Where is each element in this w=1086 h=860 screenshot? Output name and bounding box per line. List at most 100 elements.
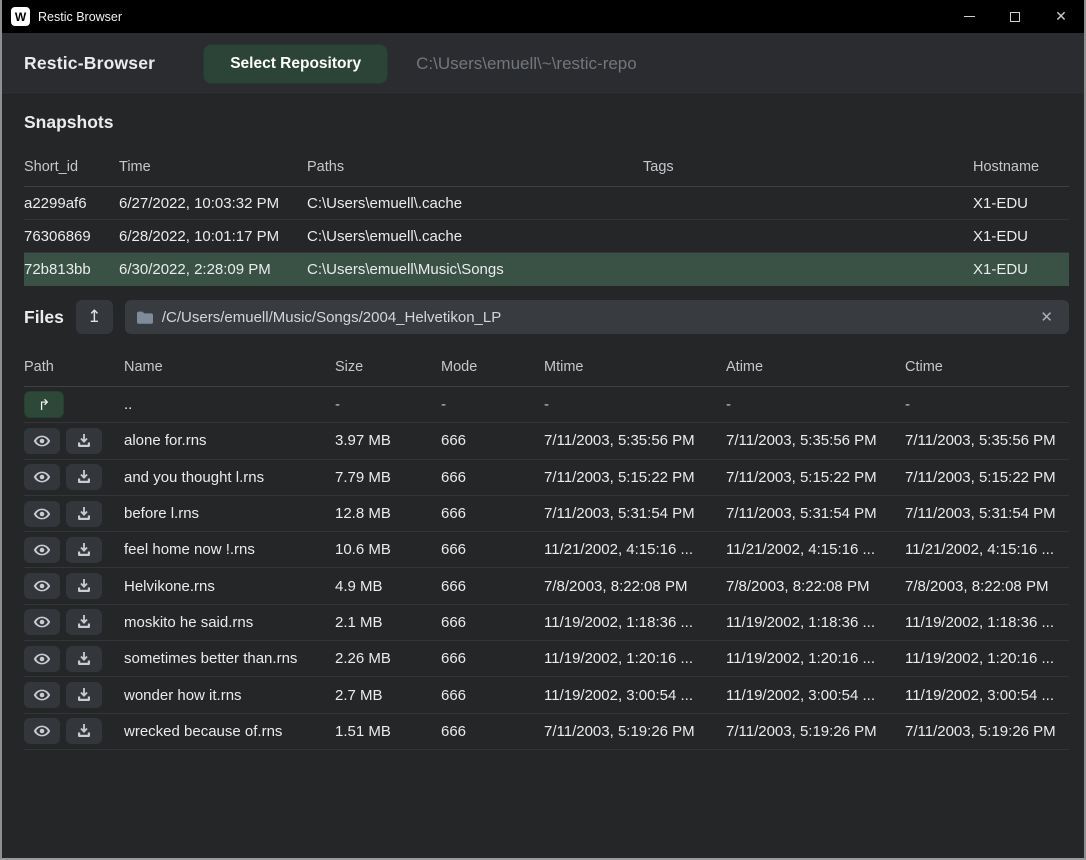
snapshot-short-id: a2299af6 [24,195,119,212]
snapshot-row-selected[interactable]: 72b813bb 6/30/2022, 2:28:09 PM C:\Users\… [24,253,1069,286]
download-icon [77,724,91,738]
col-hostname: Hostname [973,159,1069,175]
snapshot-row[interactable]: a2299af6 6/27/2022, 10:03:32 PM C:\Users… [24,187,1069,220]
snapshots-title: Snapshots [24,112,113,132]
download-file-button[interactable] [66,537,102,563]
file-ctime: 7/8/2003, 8:22:08 PM [905,578,1069,595]
preview-file-button[interactable] [24,573,60,599]
file-ctime: 7/11/2003, 5:15:22 PM [905,469,1069,486]
snapshot-paths: C:\Users\emuell\Music\Songs [307,261,643,278]
file-row: feel home now !.rns 10.6 MB 666 11/21/20… [24,532,1069,568]
file-size: 2.7 MB [335,687,441,704]
snapshot-row[interactable]: 76306869 6/28/2022, 10:01:17 PM C:\Users… [24,220,1069,253]
file-size: - [335,396,441,413]
parent-arrow-icon: ↱ [38,396,51,414]
folder-icon [137,311,153,324]
file-mtime: 11/19/2002, 3:00:54 ... [544,687,726,704]
files-path-value: /C/Users/emuell/Music/Songs/2004_Helveti… [162,309,1028,326]
files-path-bar[interactable]: /C/Users/emuell/Music/Songs/2004_Helveti… [125,300,1069,334]
download-file-button[interactable] [66,718,102,744]
file-atime: 7/11/2003, 5:31:54 PM [726,505,905,522]
file-size: 3.97 MB [335,432,441,449]
snapshots-table-header: Short_id Time Paths Tags Hostname [24,147,1069,187]
minimize-button[interactable] [946,0,992,33]
file-size: 12.8 MB [335,505,441,522]
app-title: Restic-Browser [24,53,155,74]
file-ctime: 11/19/2002, 1:18:36 ... [905,614,1069,631]
close-icon: ✕ [1055,8,1067,25]
file-mode: 666 [441,650,544,667]
snapshot-short-id: 76306869 [24,228,119,245]
window-title: Restic Browser [38,10,122,24]
preview-file-button[interactable] [24,464,60,490]
preview-file-button[interactable] [24,646,60,672]
file-name: Helvikone.rns [124,578,335,595]
file-name: before l.rns [124,505,335,522]
file-mode: 666 [441,541,544,558]
file-size: 1.51 MB [335,723,441,740]
download-icon [77,652,91,666]
file-atime: 11/19/2002, 1:18:36 ... [726,614,905,631]
file-mtime: 11/19/2002, 1:18:36 ... [544,614,726,631]
download-icon [77,434,91,448]
file-ctime: 11/19/2002, 3:00:54 ... [905,687,1069,704]
col-paths: Paths [307,159,643,175]
preview-file-button[interactable] [24,609,60,635]
maximize-button[interactable] [992,0,1038,33]
parent-dir-row: ↱ .. - - - - - [24,387,1069,423]
file-row: Helvikone.rns 4.9 MB 666 7/8/2003, 8:22:… [24,568,1069,604]
col-atime: Atime [726,359,905,375]
app-header: Restic-Browser Select Repository C:\User… [2,33,1084,95]
close-button[interactable]: ✕ [1038,0,1084,33]
file-size: 2.26 MB [335,650,441,667]
download-icon [77,543,91,557]
minimize-icon [964,16,975,17]
up-level-button[interactable]: ↥ [76,300,113,334]
clear-icon: ✕ [1040,309,1053,326]
file-size: 10.6 MB [335,541,441,558]
download-file-button[interactable] [66,682,102,708]
download-file-button[interactable] [66,573,102,599]
snapshot-paths: C:\Users\emuell\.cache [307,228,643,245]
app-window: W Restic Browser ✕ Restic-Browser Select… [0,0,1086,860]
file-name: and you thought l.rns [124,469,335,486]
app-logo-icon: W [11,7,30,26]
repository-path: C:\Users\emuell\~\restic-repo [416,54,637,74]
go-parent-button[interactable]: ↱ [24,391,64,418]
file-mode: 666 [441,432,544,449]
eye-icon [33,435,51,447]
download-file-button[interactable] [66,428,102,454]
files-title: Files [24,307,64,328]
file-name: feel home now !.rns [124,541,335,558]
file-ctime: 11/21/2002, 4:15:16 ... [905,541,1069,558]
files-toolbar: Files ↥ /C/Users/emuell/Music/Songs/2004… [2,286,1084,348]
download-file-button[interactable] [66,464,102,490]
download-file-button[interactable] [66,646,102,672]
maximize-icon [1010,12,1020,22]
download-file-button[interactable] [66,501,102,527]
col-path: Path [24,359,124,375]
eye-icon [33,616,51,628]
preview-file-button[interactable] [24,537,60,563]
download-icon [77,507,91,521]
download-file-button[interactable] [66,609,102,635]
file-size: 2.1 MB [335,614,441,631]
select-repository-button[interactable]: Select Repository [203,44,388,84]
preview-file-button[interactable] [24,428,60,454]
file-atime: 11/19/2002, 3:00:54 ... [726,687,905,704]
clear-path-button[interactable]: ✕ [1036,306,1057,328]
file-name: .. [124,396,335,413]
eye-icon [33,725,51,737]
file-ctime: 7/11/2003, 5:19:26 PM [905,723,1069,740]
files-table: Path Name Size Mode Mtime Atime Ctime ↱ … [2,348,1084,750]
file-row: and you thought l.rns 7.79 MB 666 7/11/2… [24,460,1069,496]
preview-file-button[interactable] [24,682,60,708]
preview-file-button[interactable] [24,718,60,744]
file-ctime: - [905,396,1069,413]
eye-icon [33,689,51,701]
file-mode: 666 [441,614,544,631]
file-size: 4.9 MB [335,578,441,595]
preview-file-button[interactable] [24,501,60,527]
file-row: wrecked because of.rns 1.51 MB 666 7/11/… [24,714,1069,750]
col-time: Time [119,159,307,175]
